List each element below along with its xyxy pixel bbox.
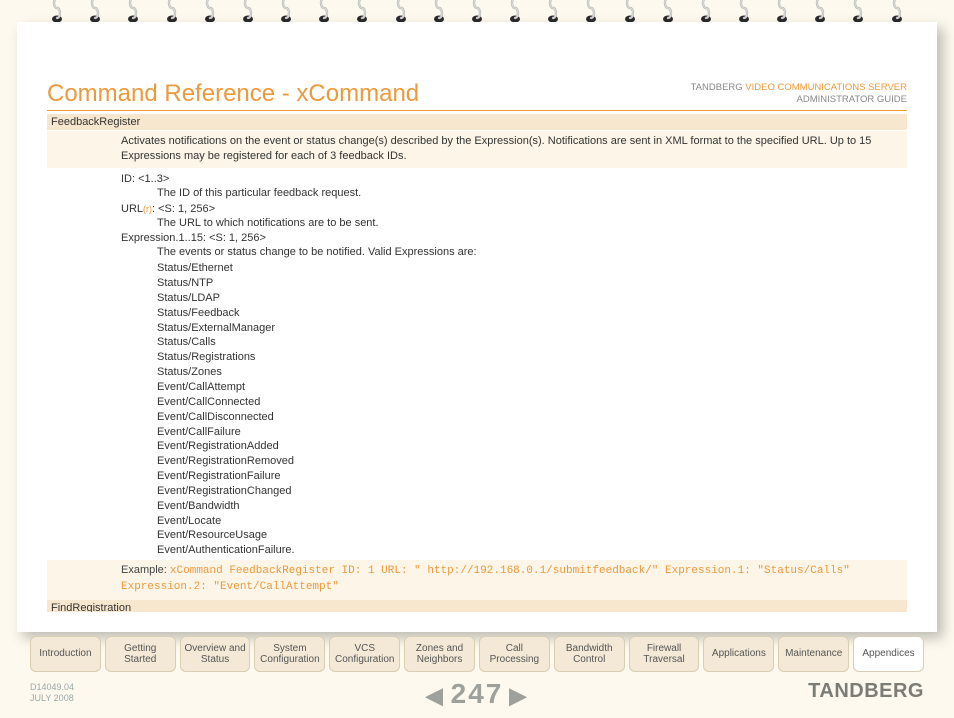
page-sheet: Command Reference - xCommand TANDBERG VI… [17, 22, 937, 632]
list-item: Status/Ethernet [157, 261, 907, 276]
tab-zones-and-neighbors[interactable]: Zones and Neighbors [404, 636, 475, 672]
tab-maintenance[interactable]: Maintenance [778, 636, 849, 672]
tab-getting-started[interactable]: Getting Started [105, 636, 176, 672]
tab-overview-and-status[interactable]: Overview and Status [180, 636, 251, 672]
list-item: Status/NTP [157, 276, 907, 291]
command-name: FeedbackRegister [47, 114, 907, 130]
reference-body: FeedbackRegisterActivates notifications … [47, 114, 907, 612]
brand-block: TANDBERG VIDEO COMMUNICATIONS SERVER ADM… [691, 82, 907, 106]
list-item: Status/Zones [157, 365, 907, 380]
list-item: Event/CallDisconnected [157, 410, 907, 425]
param-block: ID: <1..3>The ID of this particular feed… [47, 169, 907, 558]
list-item: Status/ExternalManager [157, 321, 907, 336]
list-item: Event/CallFailure [157, 425, 907, 440]
list-item: Event/ResourceUsage [157, 528, 907, 543]
page-footer: D14049.04 JULY 2008 ◀247▶ TANDBERG [30, 678, 924, 712]
list-item: Event/RegistrationFailure [157, 469, 907, 484]
param-head: Expression.1..15: <S: 1, 256> [121, 232, 907, 244]
pager: ◀247▶ [30, 678, 924, 710]
list-item: Event/AuthenticationFailure. [157, 543, 907, 558]
list-item: Event/RegistrationRemoved [157, 454, 907, 469]
tab-appendices[interactable]: Appendices [853, 636, 924, 672]
list-item: Status/Registrations [157, 350, 907, 365]
list-item: Event/Locate [157, 514, 907, 529]
list-item: Status/Calls [157, 335, 907, 350]
param-head: URL(r): <S: 1, 256> [121, 203, 907, 215]
param-head: ID: <1..3> [121, 173, 907, 185]
list-item: Status/LDAP [157, 291, 907, 306]
tab-applications[interactable]: Applications [703, 636, 774, 672]
tab-bandwidth-control[interactable]: Bandwidth Control [554, 636, 625, 672]
command-name: FindRegistration [47, 600, 907, 612]
list-item: Event/CallConnected [157, 395, 907, 410]
param-desc: The URL to which notifications are to be… [121, 216, 907, 231]
list-item: Status/Feedback [157, 306, 907, 321]
page-number: 247 [451, 678, 504, 709]
command-desc: Activates notifications on the event or … [47, 131, 907, 168]
tandberg-logo: TANDBERG [808, 680, 924, 703]
list-item: Event/RegistrationChanged [157, 484, 907, 499]
list-item: Event/RegistrationAdded [157, 439, 907, 454]
next-page-arrow-icon[interactable]: ▶ [509, 683, 528, 709]
list-item: Event/Bandwidth [157, 499, 907, 514]
tab-introduction[interactable]: Introduction [30, 636, 101, 672]
prev-page-arrow-icon[interactable]: ◀ [426, 683, 445, 709]
example-row: Example: xCommand FeedbackRegister ID: 1… [47, 560, 907, 600]
tab-call-processing[interactable]: Call Processing [479, 636, 550, 672]
nav-tabs: IntroductionGetting StartedOverview and … [30, 636, 924, 672]
valid-expression-list: Status/EthernetStatus/NTPStatus/LDAPStat… [121, 261, 907, 558]
list-item: Event/CallAttempt [157, 380, 907, 395]
tab-firewall-traversal[interactable]: Firewall Traversal [629, 636, 700, 672]
param-desc: The events or status change to be notifi… [121, 245, 907, 260]
tab-vcs-configuration[interactable]: VCS Configuration [329, 636, 400, 672]
tab-system-configuration[interactable]: System Configuration [254, 636, 325, 672]
param-desc: The ID of this particular feedback reque… [121, 186, 907, 201]
